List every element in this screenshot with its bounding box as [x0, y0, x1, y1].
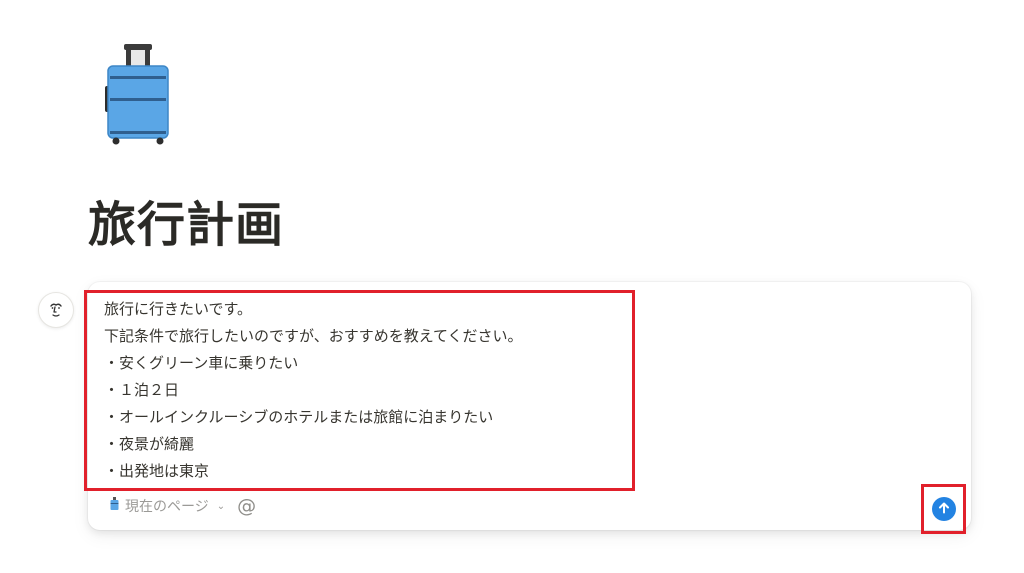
arrow-up-icon: [937, 500, 951, 519]
send-button[interactable]: [932, 497, 956, 521]
prompt-line: ・夜景が綺麗: [104, 435, 195, 453]
ai-chat-input-card[interactable]: 旅行に行きたいです。 下記条件で旅行したいのですが、おすすめを教えてください。 …: [88, 282, 971, 530]
mention-button[interactable]: @: [237, 496, 256, 516]
prompt-line: ・安くグリーン車に乗りたい: [104, 354, 299, 372]
prompt-line: 旅行に行きたいです。: [104, 300, 253, 318]
context-label: 現在のページ: [125, 499, 209, 515]
prompt-line: ・オールインクルーシブのホテルまたは旅館に泊まりたい: [104, 408, 494, 426]
luggage-icon: [110, 497, 119, 515]
page-title: 旅行計画: [88, 197, 285, 253]
prompt-line: ・出発地は東京: [104, 462, 210, 480]
notion-page: 旅行計画 旅行に行きたいです。 下記条件で旅行したいのですが、おすすめを教えてく…: [0, 0, 1024, 573]
prompt-line: 下記条件で旅行したいのですが、おすすめを教えてください。: [104, 327, 523, 345]
ai-face-icon: [38, 292, 74, 328]
prompt-line: ・１泊２日: [104, 381, 180, 399]
context-row: 現在のページ ⌄ @: [110, 496, 256, 516]
chevron-down-icon: ⌄: [216, 500, 226, 512]
context-page-selector[interactable]: 現在のページ ⌄: [110, 496, 225, 516]
luggage-icon[interactable]: [100, 40, 176, 146]
prompt-textarea[interactable]: 旅行に行きたいです。 下記条件で旅行したいのですが、おすすめを教えてください。 …: [104, 296, 704, 485]
